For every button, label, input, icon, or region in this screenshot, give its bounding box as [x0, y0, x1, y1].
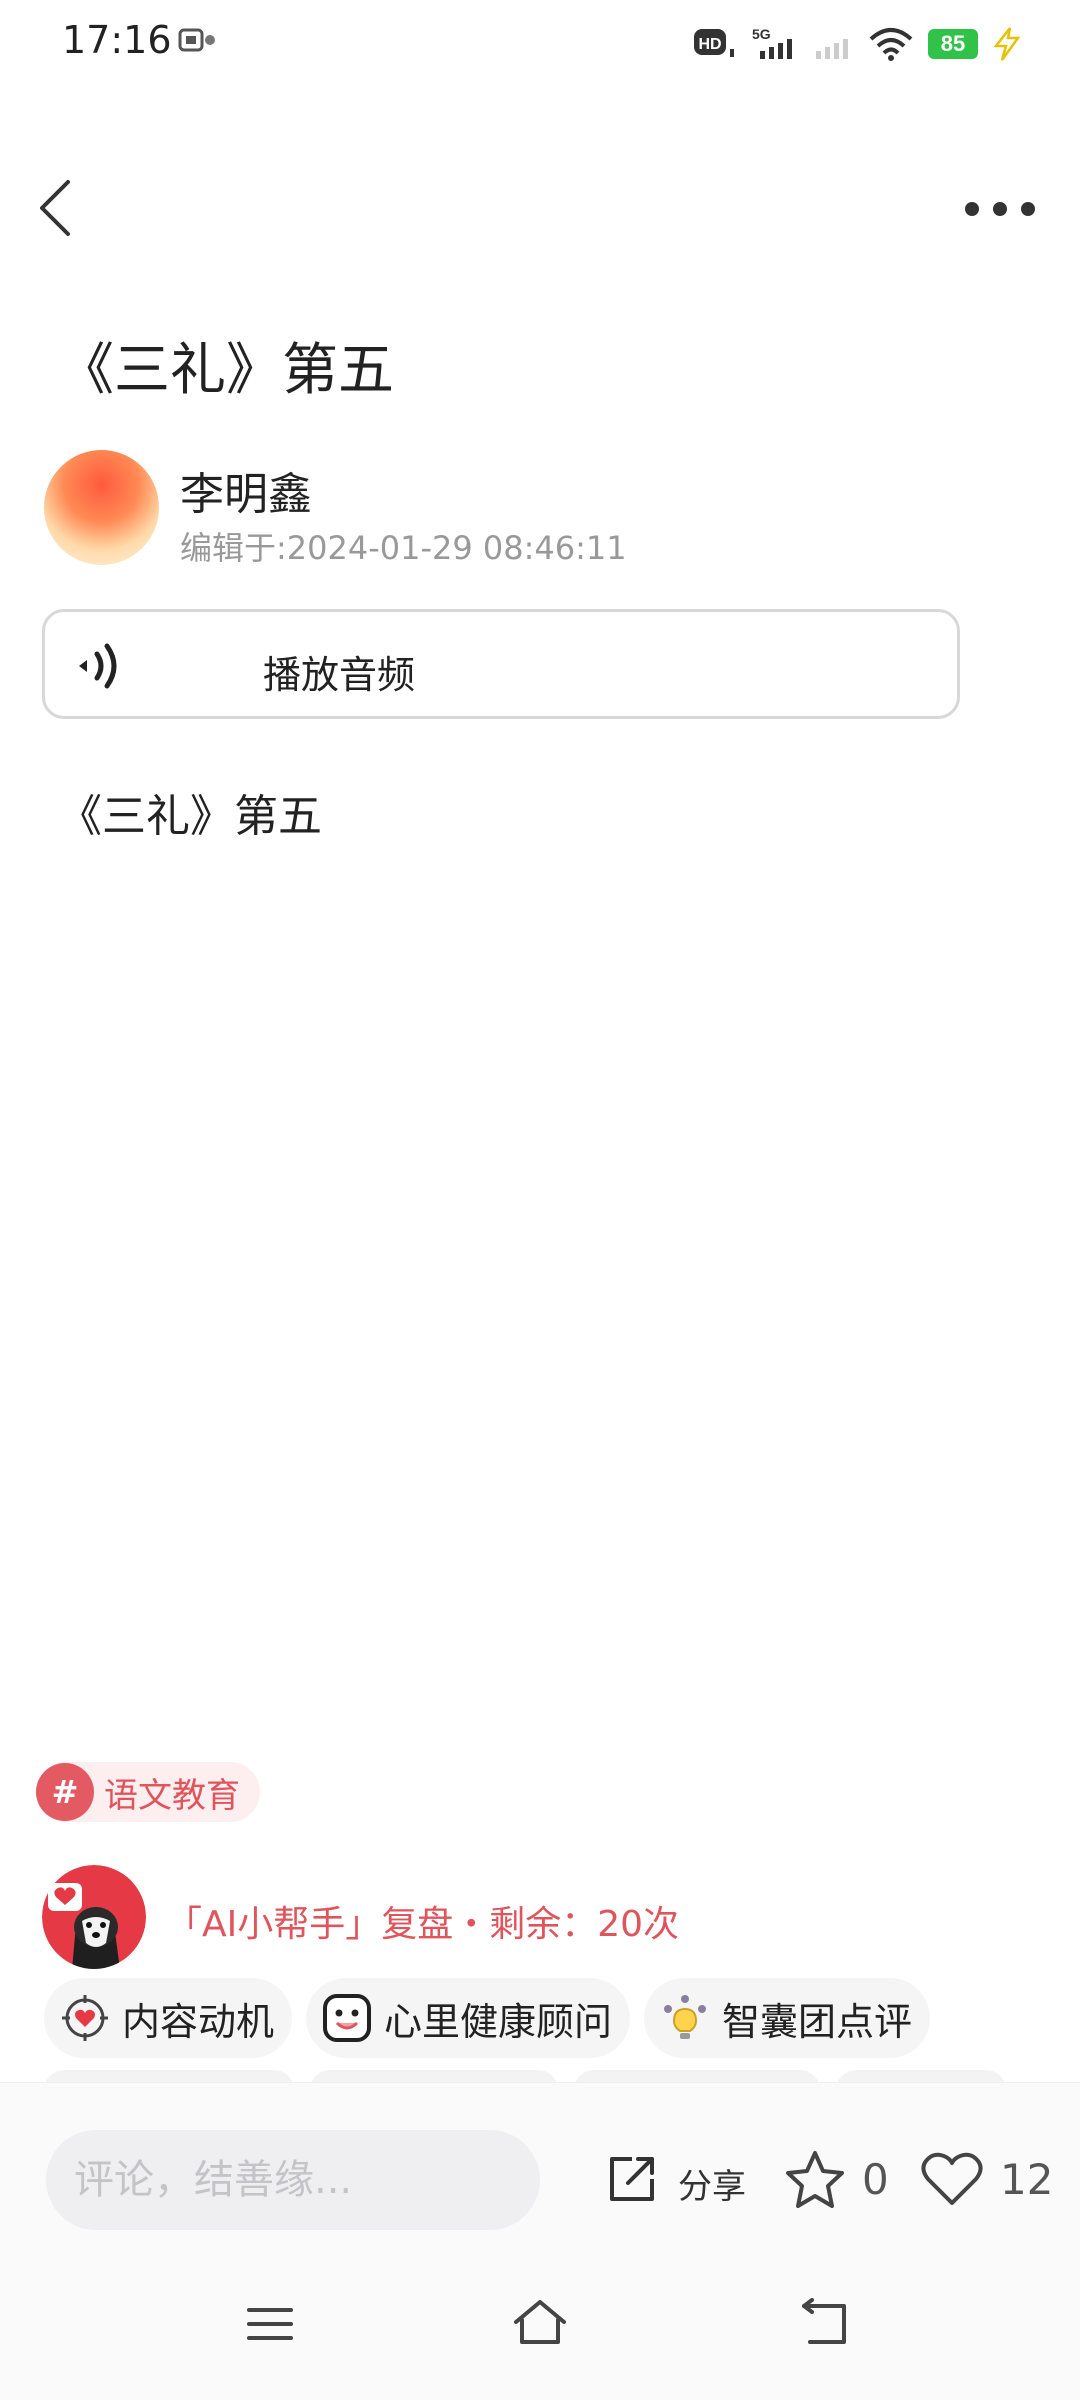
ai-chips: 内容动机 心里健康顾问 智囊团点评 — [44, 1978, 931, 2058]
chip-label: 心里健康顾问 — [384, 1999, 613, 2044]
more-button[interactable] — [960, 186, 1040, 232]
nav-back-icon[interactable] — [800, 2298, 850, 2348]
comment-input[interactable] — [46, 2130, 540, 2230]
chip-mental-health[interactable]: 心里健康顾问 — [306, 1978, 631, 2058]
chip-partial[interactable] — [44, 2070, 294, 2082]
home-icon[interactable] — [512, 2296, 568, 2348]
chip-content-motive[interactable]: 内容动机 — [44, 1978, 293, 2058]
charging-icon — [993, 27, 1021, 61]
article-body: 《三礼》第五 — [58, 791, 322, 842]
edit-timestamp: 编辑于:2024-01-29 08:46:11 — [180, 529, 627, 567]
topic-tag[interactable]: # 语文教育 — [36, 1762, 260, 1822]
more-dots-icon — [965, 202, 1035, 216]
hd-icon: HD — [694, 29, 734, 57]
target-heart-icon — [62, 1995, 108, 2041]
back-button[interactable] — [30, 170, 90, 246]
signal-icon — [816, 39, 848, 59]
play-audio-button[interactable]: 播放音频 — [42, 609, 960, 719]
star-icon[interactable] — [784, 2149, 846, 2211]
share-button[interactable]: 分享 — [678, 2159, 746, 2208]
page-title: 《三礼》第五 — [58, 338, 394, 403]
lightbulb-team-icon — [664, 1995, 707, 2039]
chip-think-tank[interactable]: 智囊团点评 — [644, 1978, 931, 2058]
sound-wave-icon — [79, 643, 117, 689]
heart-icon[interactable] — [920, 2149, 984, 2209]
chevron-left-icon — [40, 180, 70, 236]
share-icon[interactable] — [604, 2151, 660, 2207]
ai-helper-text[interactable]: 「AI小帮手」复盘・剩余：20次 — [166, 1895, 679, 1947]
ai-helper-avatar[interactable] — [42, 1865, 146, 1969]
status-icons: HD 5G 85 — [694, 22, 1022, 66]
chip-partial[interactable] — [310, 2070, 558, 2082]
wifi-icon — [869, 28, 913, 61]
chip-label: 内容动机 — [122, 1999, 275, 2044]
play-audio-label: 播放音频 — [263, 653, 416, 697]
svg-text:5G: 5G — [752, 26, 771, 42]
like-count: 12 — [1000, 2155, 1054, 2204]
chip-partial[interactable] — [836, 2070, 1006, 2082]
system-nav-bar — [0, 2252, 1080, 2400]
star-count: 0 — [862, 2155, 889, 2204]
author-name[interactable]: 李明鑫 — [180, 458, 312, 522]
more-chips-row — [44, 2070, 1064, 2082]
author-avatar[interactable] — [44, 450, 159, 565]
5g-signal-icon: 5G — [752, 26, 792, 59]
chip-label: 智囊团点评 — [722, 1999, 913, 2044]
smile-face-icon — [323, 1994, 372, 2042]
chip-partial[interactable] — [574, 2070, 820, 2082]
topic-tag-label: 语文教育 — [104, 1775, 240, 1816]
bottom-action-bar: 分享 0 12 — [0, 2082, 1080, 2253]
svg-text:HD: HD — [698, 36, 721, 53]
hash-icon: # — [36, 1763, 94, 1821]
battery-icon: 85 — [928, 29, 978, 59]
status-time: 17:16 — [62, 18, 172, 62]
screen-cast-icon — [178, 28, 215, 52]
menu-icon[interactable] — [245, 2302, 295, 2346]
